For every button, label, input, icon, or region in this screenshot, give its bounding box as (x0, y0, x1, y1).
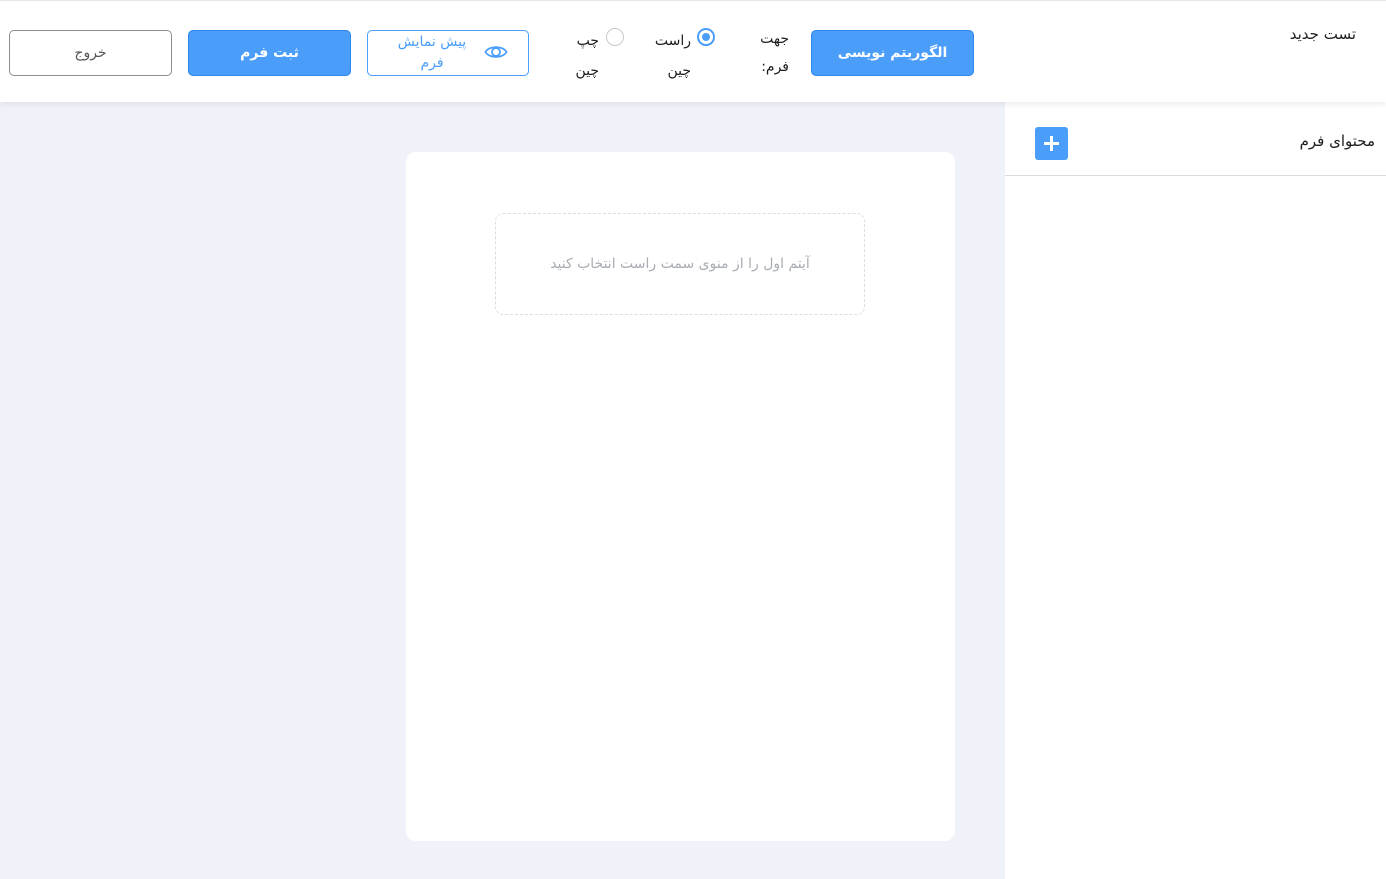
empty-dropzone[interactable]: آیتم اول را از منوی سمت راست انتخاب کنید (495, 213, 865, 315)
form-canvas: آیتم اول را از منوی سمت راست انتخاب کنید (406, 152, 955, 841)
exit-button[interactable]: خروج (9, 30, 172, 76)
radio-right-align-label: راست چین (654, 33, 691, 79)
form-direction-label: جهت فرم: (760, 31, 789, 75)
radio-left-align-label: چپ چین (575, 33, 599, 79)
empty-hint-text: آیتم اول را از منوی سمت راست انتخاب کنید (550, 256, 810, 272)
preview-form-button[interactable]: پیش نمایش فرم (367, 30, 529, 76)
radio-right-align-circle[interactable] (697, 28, 715, 46)
sidebar-header: محتوای فرم (1005, 102, 1386, 176)
sidebar-title: محتوای فرم (1299, 132, 1375, 150)
submit-form-button[interactable]: ثبت فرم (188, 30, 351, 76)
plus-icon[interactable] (1035, 127, 1068, 160)
preview-form-label: پیش نمایش فرم (397, 34, 467, 71)
page-title: تست جدید (1289, 25, 1356, 43)
radio-left-align-circle[interactable] (606, 28, 624, 46)
algorithm-button[interactable]: الگوریتم نویسی (811, 30, 974, 76)
eye-icon (484, 43, 508, 65)
top-toolbar: تست جدید الگوریتم نویسی جهت فرم: راست چی… (0, 0, 1386, 102)
form-content-sidebar: محتوای فرم (1005, 102, 1386, 879)
